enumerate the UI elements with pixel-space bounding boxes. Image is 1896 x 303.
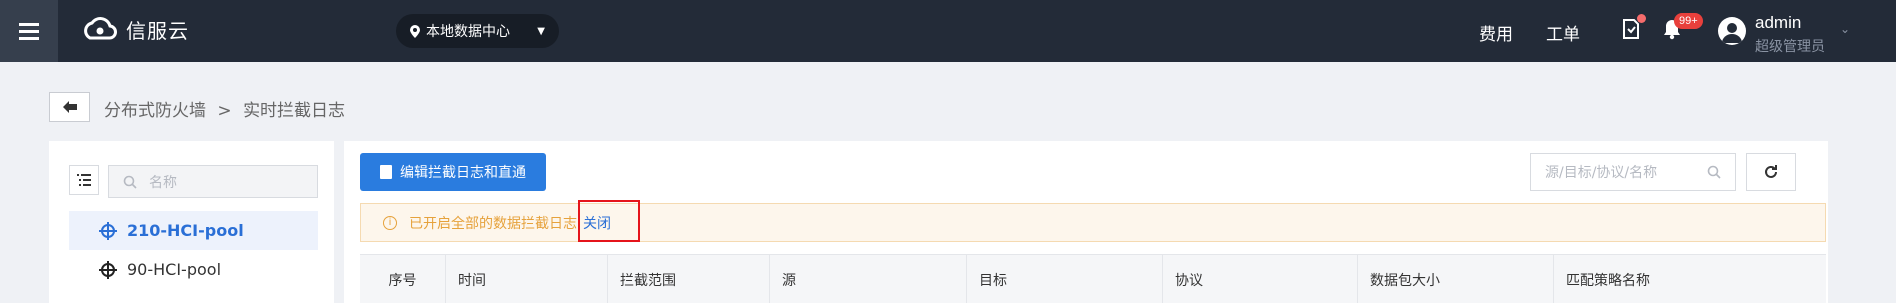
breadcrumb: 分布式防火墙 > 实时拦截日志 (104, 96, 345, 121)
breadcrumb-current: 实时拦截日志 (243, 101, 346, 121)
arrow-left-icon (62, 101, 77, 113)
pool-item-label: 210-HCI-pool (127, 221, 244, 240)
brand-name: 信服云 (126, 18, 189, 43)
interception-log-panel: 编辑拦截日志和直通 源/目标/协议/名称 i 已开启全部的数据拦截日志 关闭 序… (344, 141, 1828, 303)
user-name[interactable]: admin (1755, 13, 1801, 33)
user-role: 超级管理员 (1755, 39, 1825, 55)
breadcrumb-parent[interactable]: 分布式防火墙 (104, 101, 206, 121)
tree-view-toggle[interactable] (69, 165, 99, 195)
datacenter-select[interactable]: 本地数据中心 ▼ (396, 14, 559, 48)
hamburger-icon (19, 21, 39, 42)
column-header: 数据包大小 (1358, 255, 1554, 303)
cloud-logo-icon (84, 17, 117, 40)
notice-text: 已开启全部的数据拦截日志 (409, 215, 577, 232)
resource-pool-panel: 名称 210-HCI-pool 90-HCI-pool (49, 141, 334, 303)
edit-log-button-label: 编辑拦截日志和直通 (400, 165, 526, 181)
ticket-link[interactable]: 工单 (1546, 20, 1580, 45)
caret-down-icon: ▼ (537, 25, 545, 37)
column-header: 协议 (1163, 255, 1358, 303)
info-icon: i (383, 215, 397, 230)
notification-count-badge: 99+ (1674, 13, 1703, 29)
search-icon (123, 175, 137, 189)
user-avatar[interactable] (1718, 17, 1746, 45)
datacenter-label: 本地数据中心 (426, 24, 510, 40)
column-header: 源 (770, 255, 967, 303)
log-table-header: 序号 时间 拦截范围 源 目标 协议 数据包大小 匹配策略名称 (360, 254, 1826, 303)
cluster-icon (99, 260, 117, 279)
chevron-down-icon[interactable]: ⌄ (1840, 22, 1850, 36)
task-badge-dot (1637, 14, 1646, 23)
refresh-button[interactable] (1746, 153, 1796, 191)
menu-toggle-button[interactable] (0, 0, 58, 62)
user-avatar-icon (1722, 23, 1742, 43)
column-header: 时间 (446, 255, 608, 303)
list-tree-icon (77, 174, 91, 186)
pool-item-label: 90-HCI-pool (127, 260, 222, 279)
edit-log-button[interactable]: 编辑拦截日志和直通 (360, 153, 546, 191)
brand-logo[interactable]: 信服云 (80, 14, 189, 44)
column-header: 匹配策略名称 (1566, 272, 1650, 289)
log-search-placeholder: 源/目标/协议/名称 (1545, 165, 1658, 181)
breadcrumb-separator: > (217, 101, 232, 121)
pool-item-90-hci[interactable]: 90-HCI-pool (69, 250, 318, 289)
cost-link[interactable]: 费用 (1479, 20, 1513, 45)
top-navigation-bar: 信服云 本地数据中心 ▼ 费用 工单 99+ admin 超级管理员 ⌄ (0, 0, 1896, 62)
pool-search-placeholder: 名称 (149, 174, 177, 191)
pool-search-input[interactable]: 名称 (108, 165, 318, 198)
cluster-icon (99, 221, 117, 240)
notification-button[interactable]: 99+ (1662, 13, 1703, 42)
log-search-input[interactable]: 源/目标/协议/名称 (1530, 153, 1736, 191)
location-pin-icon (410, 24, 420, 38)
task-button[interactable] (1621, 14, 1646, 42)
column-header: 拦截范围 (608, 255, 770, 303)
column-header: 序号 (360, 255, 446, 303)
search-icon (1707, 165, 1721, 179)
highlight-box (578, 200, 640, 242)
pool-item-210-hci[interactable]: 210-HCI-pool (69, 211, 318, 250)
document-icon (380, 165, 392, 179)
back-button[interactable] (49, 92, 90, 122)
refresh-icon (1765, 165, 1777, 178)
column-header: 目标 (967, 255, 1163, 303)
